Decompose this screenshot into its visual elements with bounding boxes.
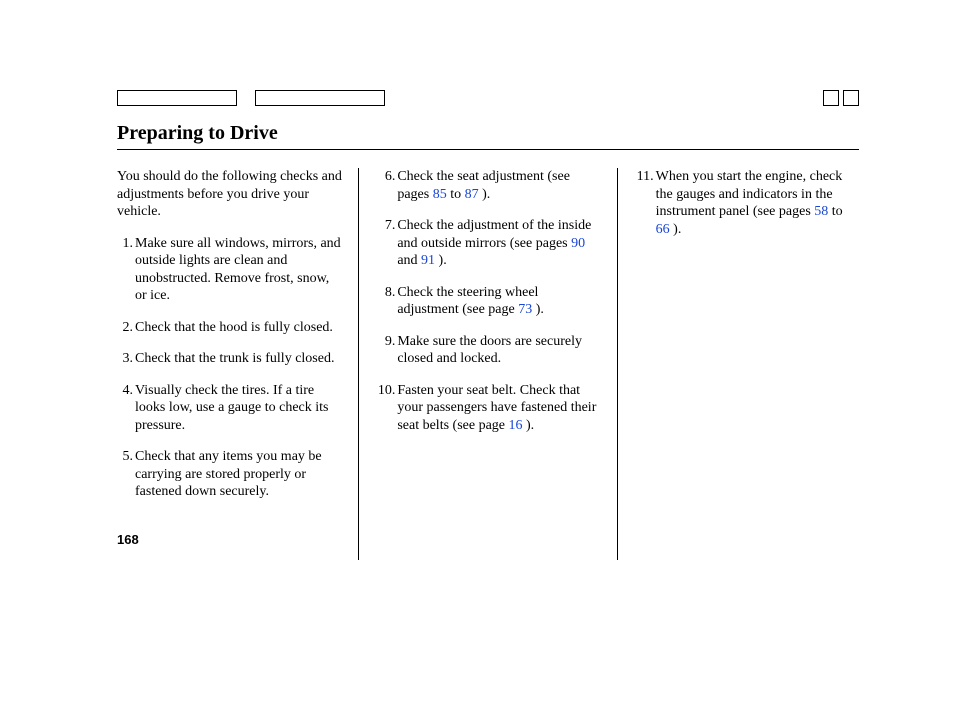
item-text: Check the seat adjustment (see pages 85 …	[397, 169, 570, 202]
list-item: 10. Fasten your seat belt. Check that yo…	[375, 382, 600, 435]
item-text: Visually check the tires. If a tire look…	[135, 383, 329, 433]
item-number: 11.	[634, 168, 654, 186]
column-divider	[358, 168, 359, 560]
page-link[interactable]: 91	[421, 253, 435, 268]
crop-mark-box	[255, 90, 385, 106]
column-2: 6. Check the seat adjustment (see pages …	[365, 168, 610, 560]
item-text: When you start the engine, check the gau…	[656, 169, 843, 237]
list-item: 2. Check that the hood is fully closed.	[117, 319, 342, 337]
page-link[interactable]: 73	[518, 302, 532, 317]
column-divider	[617, 168, 618, 560]
item-text: Check the adjustment of the inside and o…	[397, 218, 591, 268]
item-number: 9.	[375, 333, 395, 351]
intro-text: You should do the following checks and a…	[117, 168, 342, 221]
page-link[interactable]: 16	[509, 418, 523, 433]
page-title: Preparing to Drive	[117, 122, 859, 145]
item-text: Make sure all windows, mirrors, and outs…	[135, 236, 341, 304]
column-1: You should do the following checks and a…	[117, 168, 352, 560]
column-3: 11. When you start the engine, check the…	[624, 168, 859, 560]
page-link[interactable]: 58	[814, 204, 828, 219]
item-number: 6.	[375, 168, 395, 186]
list-item: 5. Check that any items you may be carry…	[117, 448, 342, 501]
crop-mark-box	[843, 90, 859, 106]
item-text: Check the steering wheel adjustment (see…	[397, 285, 544, 318]
item-number: 4.	[117, 382, 133, 400]
item-number: 1.	[117, 235, 133, 253]
page-link[interactable]: 66	[656, 222, 670, 237]
page-link[interactable]: 85	[433, 187, 447, 202]
list-item: 8. Check the steering wheel adjustment (…	[375, 284, 600, 319]
crop-mark-box	[823, 90, 839, 106]
page-link[interactable]: 87	[465, 187, 479, 202]
content-columns: You should do the following checks and a…	[117, 168, 859, 560]
list-item: 3. Check that the trunk is fully closed.	[117, 350, 342, 368]
page-title-row: Preparing to Drive	[117, 122, 859, 150]
list-item: 6. Check the seat adjustment (see pages …	[375, 168, 600, 203]
item-number: 10.	[375, 382, 395, 400]
checklist: 1. Make sure all windows, mirrors, and o…	[117, 235, 342, 501]
item-text: Fasten your seat belt. Check that your p…	[397, 383, 596, 433]
manual-page: Preparing to Drive You should do the fol…	[0, 0, 954, 710]
list-item: 1. Make sure all windows, mirrors, and o…	[117, 235, 342, 305]
list-item: 7. Check the adjustment of the inside an…	[375, 217, 600, 270]
item-number: 2.	[117, 319, 133, 337]
item-text: Check that the hood is fully closed.	[135, 320, 333, 335]
page-number: 168	[117, 532, 139, 547]
item-text: Make sure the doors are securely closed …	[397, 334, 582, 367]
item-text: Check that the trunk is fully closed.	[135, 351, 334, 366]
list-item: 11. When you start the engine, check the…	[634, 168, 859, 238]
item-text: Check that any items you may be carrying…	[135, 449, 322, 499]
item-number: 3.	[117, 350, 133, 368]
checklist: 11. When you start the engine, check the…	[634, 168, 859, 238]
item-number: 5.	[117, 448, 133, 466]
item-number: 7.	[375, 217, 395, 235]
list-item: 9. Make sure the doors are securely clos…	[375, 333, 600, 368]
page-link[interactable]: 90	[571, 236, 585, 251]
list-item: 4. Visually check the tires. If a tire l…	[117, 382, 342, 435]
crop-mark-box	[117, 90, 237, 106]
crop-marks	[117, 90, 859, 108]
checklist: 6. Check the seat adjustment (see pages …	[375, 168, 600, 434]
item-number: 8.	[375, 284, 395, 302]
